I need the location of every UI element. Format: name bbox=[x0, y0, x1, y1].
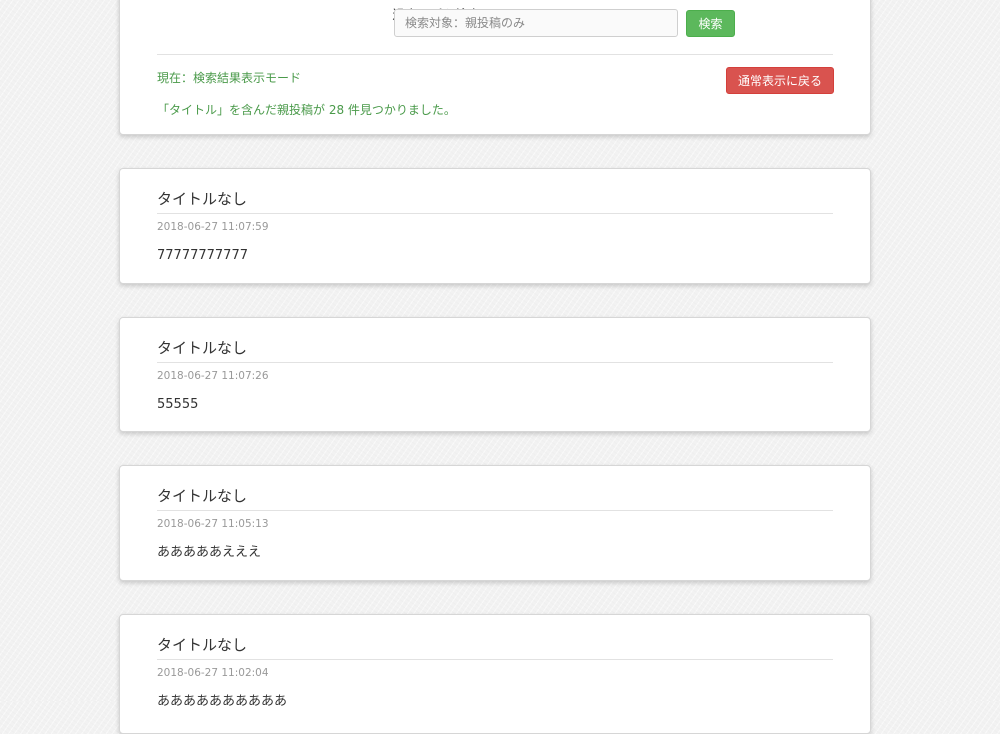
post-card: タイトルなし 2018-06-27 11:07:59 77777777777 bbox=[119, 168, 871, 284]
post-title: タイトルなし bbox=[157, 636, 248, 654]
post-card: タイトルなし 2018-06-27 11:02:04 ああああああああああ bbox=[119, 614, 871, 734]
post-date: 2018-06-27 11:02:04 bbox=[157, 667, 269, 679]
back-to-normal-button[interactable]: 通常表示に戻る bbox=[726, 67, 834, 94]
search-input[interactable] bbox=[394, 9, 678, 37]
post-title: タイトルなし bbox=[157, 190, 248, 208]
post-title: タイトルなし bbox=[157, 339, 248, 357]
post-divider bbox=[157, 213, 833, 214]
post-title: タイトルなし bbox=[157, 487, 248, 505]
post-body: ああああああああああ bbox=[157, 694, 288, 709]
post-date: 2018-06-27 11:07:59 bbox=[157, 221, 269, 233]
post-divider bbox=[157, 659, 833, 660]
post-divider bbox=[157, 510, 833, 511]
search-result-count-text: 「タイトル」を含んだ親投稿が 28 件見つかりました。 bbox=[157, 103, 456, 117]
post-date: 2018-06-27 11:07:26 bbox=[157, 370, 269, 382]
mode-status-text: 現在：検索結果表示モード bbox=[157, 71, 302, 85]
post-body: あああああえええ bbox=[157, 545, 262, 560]
post-divider bbox=[157, 362, 833, 363]
post-date: 2018-06-27 11:05:13 bbox=[157, 518, 269, 530]
search-divider bbox=[157, 54, 833, 55]
post-card: タイトルなし 2018-06-27 11:07:26 55555 bbox=[119, 317, 871, 432]
post-body: 55555 bbox=[157, 397, 199, 412]
post-card: タイトルなし 2018-06-27 11:05:13 あああああえええ bbox=[119, 465, 871, 581]
search-panel: 過去ログを検索 Search 検索 現在：検索結果表示モード 通常表示に戻る 「… bbox=[119, 0, 871, 135]
search-button[interactable]: 検索 bbox=[686, 10, 735, 37]
post-body: 77777777777 bbox=[157, 248, 248, 263]
